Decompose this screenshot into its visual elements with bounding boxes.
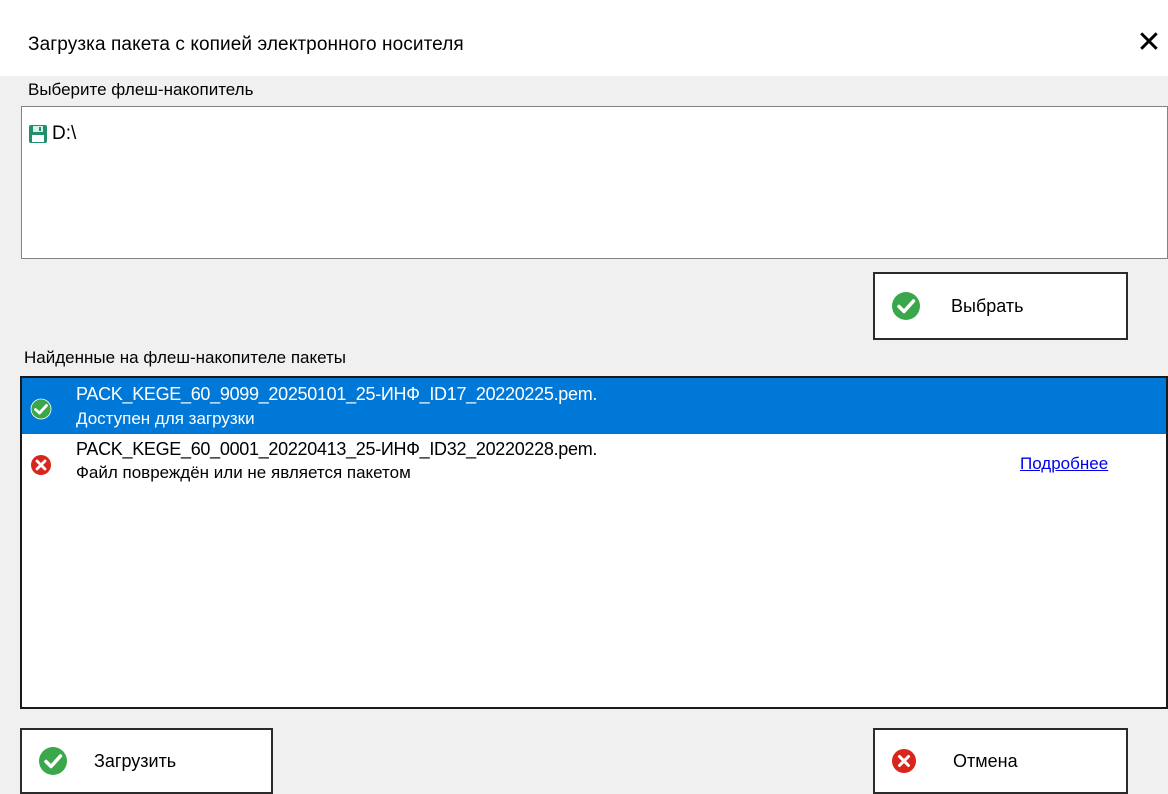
packages-list[interactable]: PACK_KEGE_60_9099_20250101_25-ИНФ_ID17_2… (20, 376, 1168, 709)
package-name: PACK_KEGE_60_9099_20250101_25-ИНФ_ID17_2… (76, 384, 598, 404)
drive-list[interactable]: D:\ (21, 106, 1168, 259)
select-button-label: Выбрать (951, 295, 1024, 316)
cancel-button[interactable]: Отмена (873, 728, 1128, 794)
close-icon[interactable]: ✕ (1134, 28, 1164, 58)
upload-button-label: Загрузить (94, 750, 177, 771)
drive-item-label: D:\ (52, 123, 77, 144)
packages-section-label: Найденные на флеш-накопителе пакеты (24, 348, 347, 367)
error-icon (31, 455, 51, 475)
cancel-button-label: Отмена (953, 750, 1018, 771)
title-bar: Загрузка пакета с копией электронного но… (0, 0, 1168, 76)
floppy-disk-icon (29, 125, 47, 143)
select-button[interactable]: Выбрать (873, 272, 1128, 340)
window-title: Загрузка пакета с копией электронного но… (28, 34, 464, 55)
check-icon (892, 292, 920, 320)
package-row[interactable]: PACK_KEGE_60_0001_20220413_25-ИНФ_ID32_2… (22, 434, 1166, 490)
check-icon (30, 398, 52, 420)
package-status: Файл повреждён или не является пакетом (76, 463, 411, 482)
check-icon (39, 747, 67, 775)
package-status: Доступен для загрузки (76, 409, 255, 428)
drive-item-d[interactable]: D:\ (28, 121, 76, 147)
cancel-icon (892, 749, 916, 773)
package-name: PACK_KEGE_60_0001_20220413_25-ИНФ_ID32_2… (76, 439, 598, 459)
details-link[interactable]: Подробнее (1020, 454, 1108, 474)
drive-section-label: Выберите флеш-накопитель (28, 80, 254, 99)
package-row[interactable]: PACK_KEGE_60_9099_20250101_25-ИНФ_ID17_2… (22, 378, 1166, 434)
upload-button[interactable]: Загрузить (20, 728, 273, 794)
